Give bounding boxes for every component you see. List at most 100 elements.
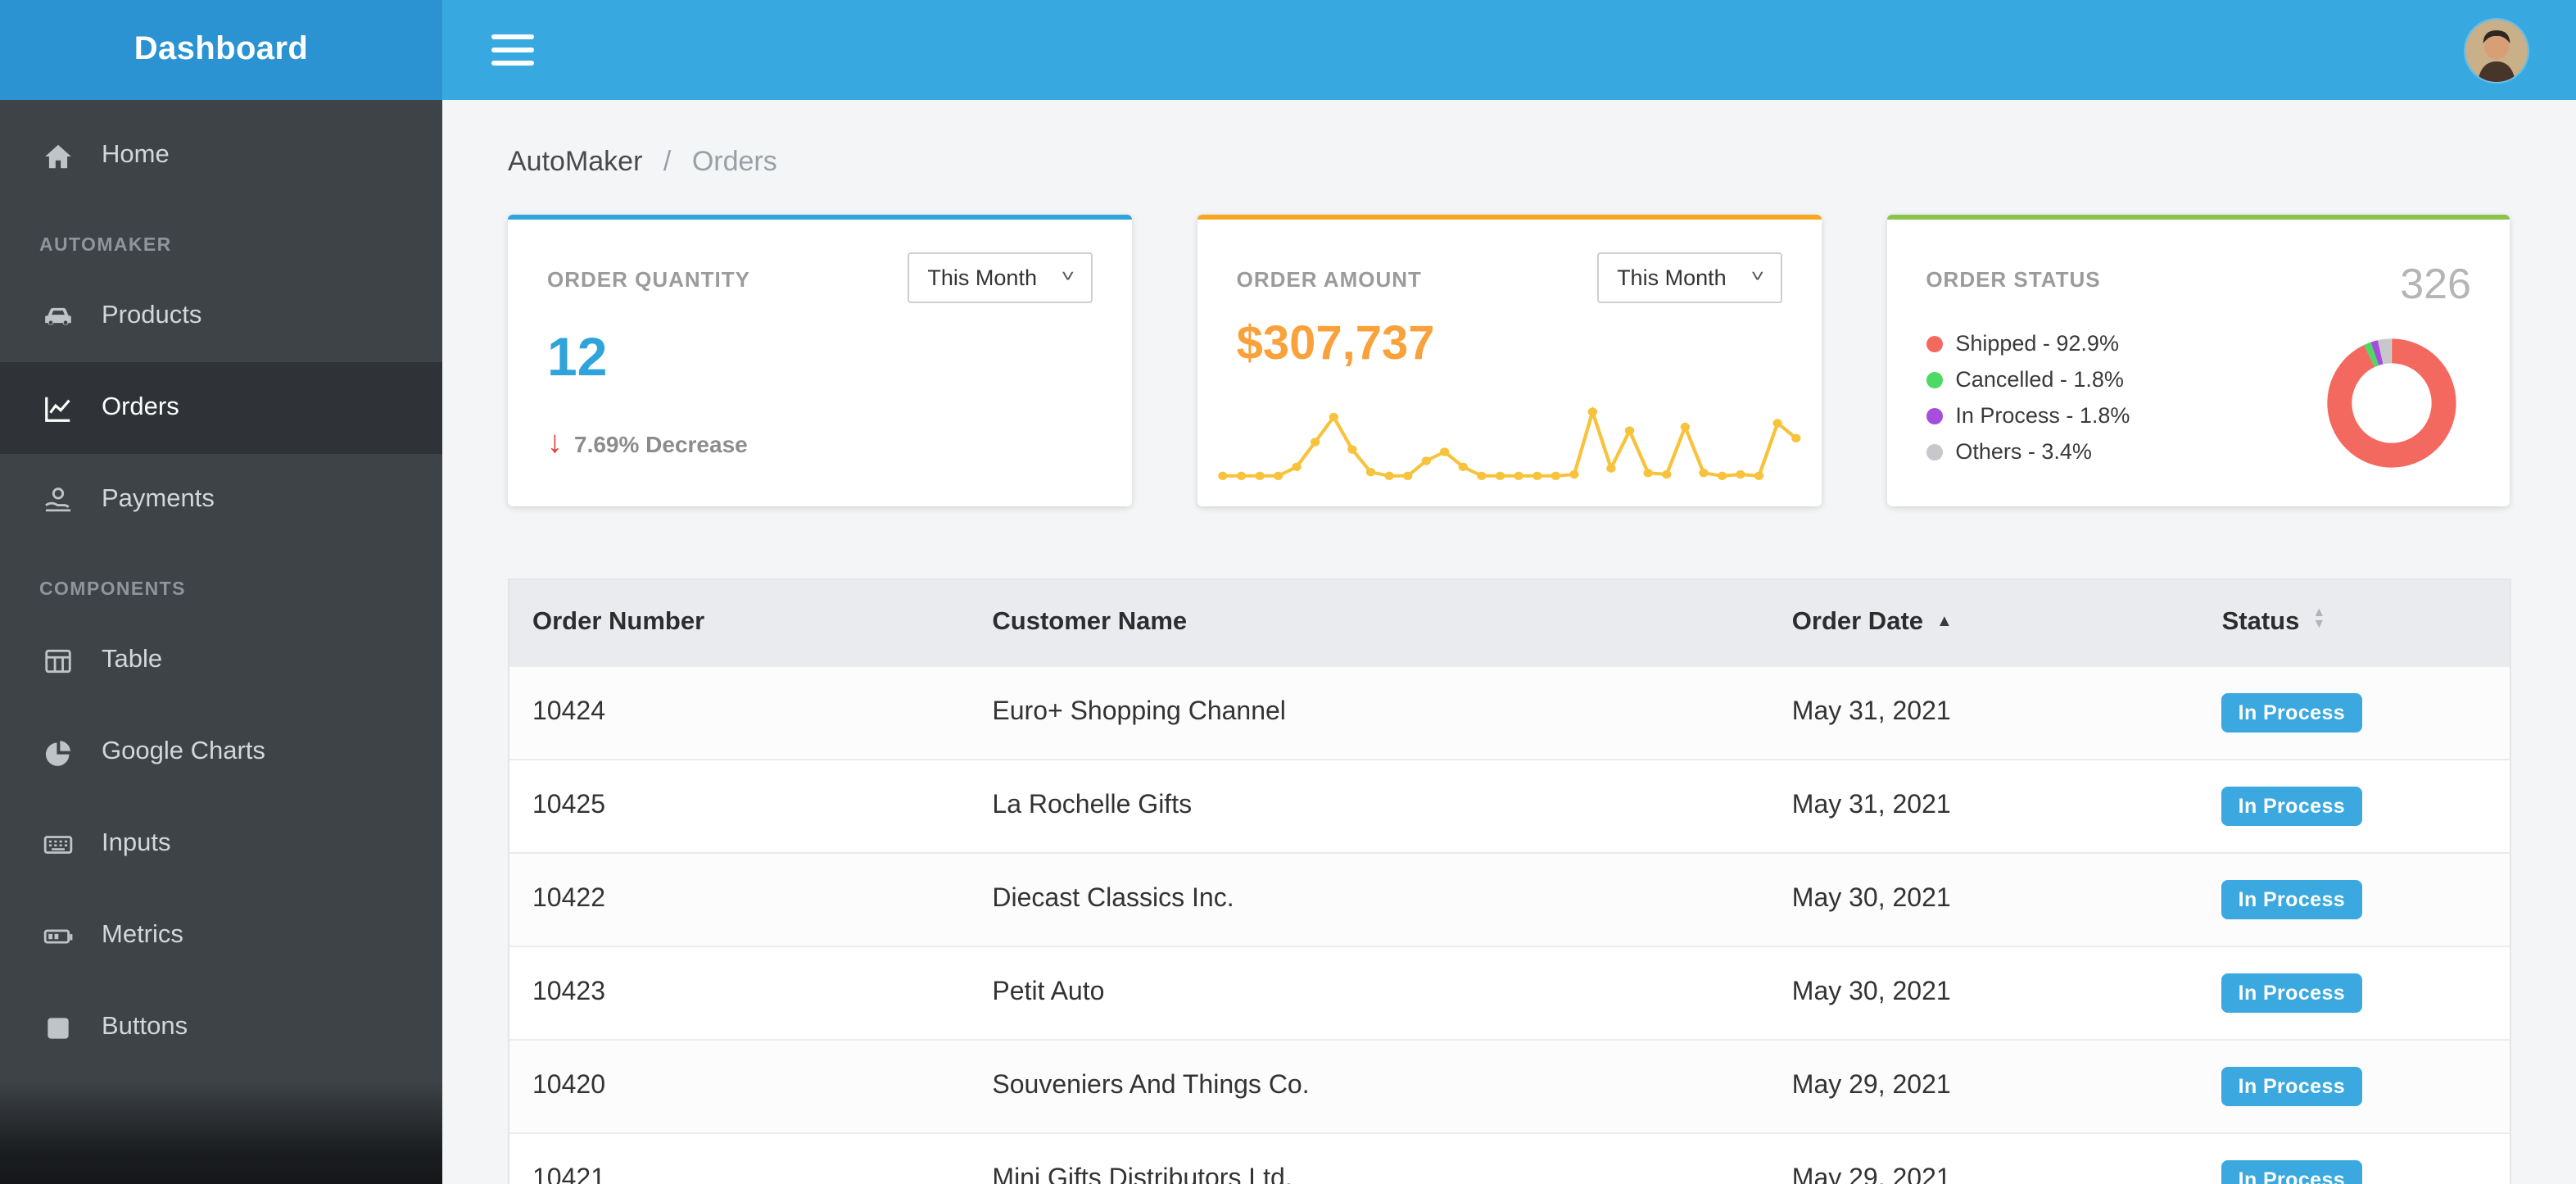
cell-order-number: 10422 (509, 851, 970, 946)
legend-item-in-process: In Process - 1.8% (1926, 403, 2324, 428)
sidebar-section-components: COMPONENTS (39, 580, 186, 600)
button-icon (39, 1009, 75, 1046)
sidebar-item-label: Google Charts (102, 737, 265, 765)
content-area: AutoMaker / Orders ORDER QUANTITY This M… (442, 100, 2576, 1184)
order-status-card: ORDER STATUS 326 Shipped - 92.9% Cancell… (1886, 215, 2510, 506)
summary-cards: ORDER QUANTITY This Month ˅ 12 ↓ 7.69% D… (508, 215, 2510, 506)
status-badge: In Process (2221, 1159, 2362, 1184)
order-status-donut-chart (2328, 338, 2457, 468)
order-status-total: 326 (2400, 259, 2471, 308)
table-row[interactable]: 10421 Mini Gifts Distributors Ltd. May 2… (509, 1132, 2509, 1184)
app-title: Dashboard (134, 31, 309, 67)
cell-customer-name: Petit Auto (969, 945, 1769, 1039)
cell-customer-name: Mini Gifts Distributors Ltd. (969, 1132, 1769, 1184)
cell-order-number: 10424 (509, 665, 970, 759)
cell-order-date: May 30, 2021 (1768, 851, 2199, 946)
sidebar-item-orders[interactable]: Orders (0, 362, 442, 454)
sidebar-item-label: Inputs (102, 829, 171, 857)
sidebar-item-home[interactable]: Home (0, 110, 442, 202)
order-quantity-title: ORDER QUANTITY (547, 267, 750, 292)
sidebar-item-buttons[interactable]: Buttons (0, 982, 442, 1073)
table-row[interactable]: 10424 Euro+ Shopping Channel May 31, 202… (509, 665, 2509, 759)
hamburger-icon[interactable] (491, 34, 534, 66)
sidebar-item-table[interactable]: Table (0, 615, 442, 706)
sidebar-section-automaker: AUTOMAKER (39, 236, 172, 256)
order-status-title: ORDER STATUS (1926, 267, 2101, 292)
battery-icon (39, 918, 75, 954)
breadcrumb: AutoMaker / Orders (508, 146, 2510, 179)
cell-customer-name: La Rochelle Gifts (969, 758, 1769, 852)
header-customer-name[interactable]: Customer Name (969, 580, 1769, 665)
status-badge: In Process (2221, 973, 2362, 1012)
table-row[interactable]: 10423 Petit Auto May 30, 2021 In Process (509, 945, 2509, 1039)
cell-order-number: 10425 (509, 758, 970, 852)
order-amount-period-select[interactable]: This Month ˅ (1597, 252, 1782, 303)
sidebar-item-label: Home (102, 141, 170, 169)
header-order-date[interactable]: Order Date ▲ (1768, 580, 2199, 665)
sidebar-item-payments[interactable]: Payments (0, 454, 442, 546)
order-amount-card: ORDER AMOUNT This Month ˅ $307,737 (1197, 215, 1822, 506)
sidebar-item-label: Buttons (102, 1013, 188, 1041)
order-status-legend: Shipped - 92.9% Cancelled - 1.8% In Proc… (1926, 331, 2324, 475)
cell-order-number: 10423 (509, 945, 970, 1039)
sidebar-item-label: Orders (102, 393, 179, 421)
header-status[interactable]: Status ▲ ▼ (2198, 580, 2509, 665)
table-row[interactable]: 10425 La Rochelle Gifts May 31, 2021 In … (509, 758, 2509, 852)
cell-order-number: 10420 (509, 1038, 970, 1132)
chevron-down-icon: ˅ (1061, 269, 1075, 287)
user-avatar[interactable] (2465, 19, 2527, 81)
order-quantity-period-select[interactable]: This Month ˅ (908, 252, 1093, 303)
sort-icon: ▲ ▼ (2312, 605, 2326, 632)
legend-item-cancelled: Cancelled - 1.8% (1926, 367, 2324, 392)
status-badge: In Process (2221, 786, 2362, 825)
keyboard-icon (39, 826, 75, 862)
table-row[interactable]: 10420 Souveniers And Things Co. May 29, … (509, 1038, 2509, 1132)
sidebar-nav: Home AUTOMAKER Products Orders Payments … (0, 100, 442, 1073)
cell-customer-name: Euro+ Shopping Channel (969, 665, 1769, 759)
orders-table: Order Number Customer Name Order Date ▲ S… (508, 578, 2510, 1184)
decrease-arrow-icon: ↓ (547, 426, 563, 460)
home-icon (39, 138, 75, 174)
order-amount-title: ORDER AMOUNT (1236, 267, 1422, 292)
sidebar-item-label: Table (102, 646, 163, 674)
breadcrumb-parent[interactable]: AutoMaker (508, 146, 642, 177)
change-text: 7.69% Decrease (574, 430, 748, 456)
status-badge: In Process (2221, 692, 2362, 732)
car-icon (39, 298, 75, 334)
legend-item-others: Others - 3.4% (1926, 439, 2324, 464)
cell-order-date: May 29, 2021 (1768, 1132, 2199, 1184)
sidebar-item-label: Payments (102, 485, 215, 513)
order-quantity-card: ORDER QUANTITY This Month ˅ 12 ↓ 7.69% D… (508, 215, 1132, 506)
cell-customer-name: Diecast Classics Inc. (969, 851, 1769, 946)
legend-item-shipped: Shipped - 92.9% (1926, 331, 2324, 356)
order-amount-value: $307,737 (1236, 318, 1435, 370)
sidebar-item-metrics[interactable]: Metrics (0, 890, 442, 982)
period-select-value: This Month (927, 265, 1037, 290)
others-dot-icon (1926, 443, 1943, 460)
cancelled-dot-icon (1926, 371, 1943, 388)
shipped-dot-icon (1926, 335, 1943, 352)
order-quantity-change: ↓ 7.69% Decrease (547, 428, 1093, 459)
sidebar-header: Dashboard (0, 0, 442, 100)
cell-order-number: 10421 (509, 1132, 970, 1184)
table-row[interactable]: 10422 Diecast Classics Inc. May 30, 2021… (509, 851, 2509, 946)
cell-order-date: May 31, 2021 (1768, 758, 2199, 852)
sidebar-item-google-charts[interactable]: Google Charts (0, 706, 442, 798)
order-amount-sparkline (1217, 406, 1801, 480)
dashboard-app: Dashboard Home AUTOMAKER Products Orders… (0, 0, 2576, 1184)
sidebar-item-inputs[interactable]: Inputs (0, 798, 442, 890)
status-badge: In Process (2221, 879, 2362, 919)
header-order-number[interactable]: Order Number (509, 580, 970, 665)
order-quantity-value: 12 (547, 326, 608, 387)
sidebar-item-products[interactable]: Products (0, 270, 442, 362)
status-badge: In Process (2221, 1066, 2362, 1105)
table-header-row: Order Number Customer Name Order Date ▲ S… (509, 580, 2509, 665)
breadcrumb-separator: / (663, 146, 672, 177)
main-column: AutoMaker / Orders ORDER QUANTITY This M… (442, 0, 2576, 1184)
topbar (442, 0, 2576, 100)
sidebar-item-label: Products (102, 302, 202, 329)
chevron-down-icon: ˅ (1750, 269, 1764, 287)
cell-order-date: May 31, 2021 (1768, 665, 2199, 759)
table-icon (39, 642, 75, 678)
breadcrumb-current: Orders (691, 146, 777, 177)
